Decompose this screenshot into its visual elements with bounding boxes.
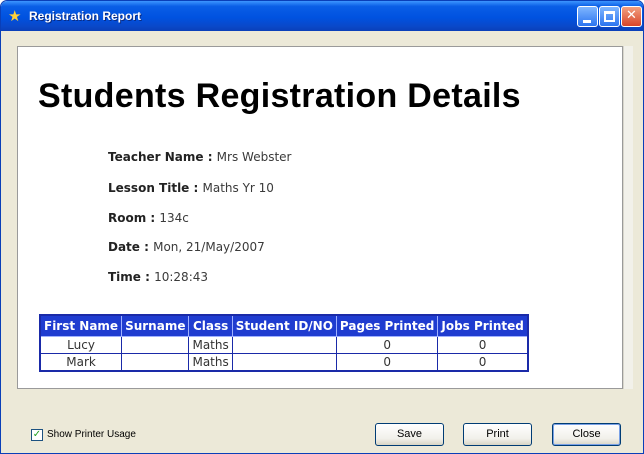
table-cell (121, 353, 190, 372)
time-line: Time : 10:28:43 (108, 270, 209, 284)
room-line: Room : 134c (108, 211, 189, 225)
vertical-scrollbar[interactable] (623, 46, 633, 389)
show-printer-usage-checkbox[interactable]: ✓ (31, 429, 43, 441)
close-window-button[interactable]: ✕ (621, 6, 642, 27)
title-bar[interactable]: ★ Registration Report ✕ (1, 1, 643, 31)
close-icon: ✕ (626, 8, 637, 23)
close-button[interactable]: Close (552, 423, 621, 446)
field-value: Mrs Webster (216, 150, 292, 164)
minimize-button[interactable] (577, 6, 598, 27)
table-cell: 0 (437, 336, 529, 354)
teacher-name-line: Teacher Name : Mrs Webster (108, 150, 292, 164)
field-label: Lesson Title (108, 181, 190, 195)
registration-report-window: ★ Registration Report ✕ Students Registr… (0, 0, 644, 454)
show-printer-usage-label[interactable]: Show Printer Usage (47, 429, 136, 440)
star-icon: ★ (8, 7, 22, 25)
maximize-button[interactable] (599, 6, 620, 27)
print-button[interactable]: Print (463, 423, 532, 446)
report-heading: Students Registration Details (38, 77, 521, 115)
field-value: 10:28:43 (154, 270, 209, 284)
table-cell: 0 (335, 353, 439, 372)
column-header: Class (188, 314, 233, 337)
table-row: Mark Maths 0 0 (39, 353, 529, 372)
report-area: Students Registration Details Teacher Na… (17, 46, 623, 389)
table-cell: Lucy (39, 336, 123, 354)
field-value: 134c (159, 211, 189, 225)
field-label: Time (108, 270, 141, 284)
table-cell: Maths (188, 336, 233, 354)
field-value: Maths Yr 10 (202, 181, 274, 195)
table-cell (121, 336, 190, 354)
table-row: Lucy Maths 0 0 (39, 336, 529, 354)
table-cell: Mark (39, 353, 123, 372)
lesson-title-line: Lesson Title : Maths Yr 10 (108, 181, 274, 195)
field-label: Teacher Name (108, 150, 204, 164)
table-cell: 0 (335, 336, 439, 354)
column-header: Surname (121, 314, 190, 337)
field-label: Date (108, 240, 140, 254)
column-header: Jobs Printed (437, 314, 529, 337)
students-table: First Name Surname Class Student ID/NO P… (39, 314, 529, 372)
field-label: Room (108, 211, 147, 225)
window-title: Registration Report (29, 9, 142, 23)
table-cell (231, 336, 337, 354)
table-header-row: First Name Surname Class Student ID/NO P… (39, 314, 529, 337)
column-header: Pages Printed (335, 314, 439, 337)
minimize-icon (583, 20, 591, 23)
table-cell (231, 353, 337, 372)
date-line: Date : Mon, 21/May/2007 (108, 240, 265, 254)
field-value: Mon, 21/May/2007 (153, 240, 265, 254)
save-button[interactable]: Save (375, 423, 444, 446)
column-header: First Name (39, 314, 123, 337)
table-cell: 0 (437, 353, 529, 372)
column-header: Student ID/NO (231, 314, 337, 337)
table-cell: Maths (188, 353, 233, 372)
maximize-icon (604, 11, 615, 22)
